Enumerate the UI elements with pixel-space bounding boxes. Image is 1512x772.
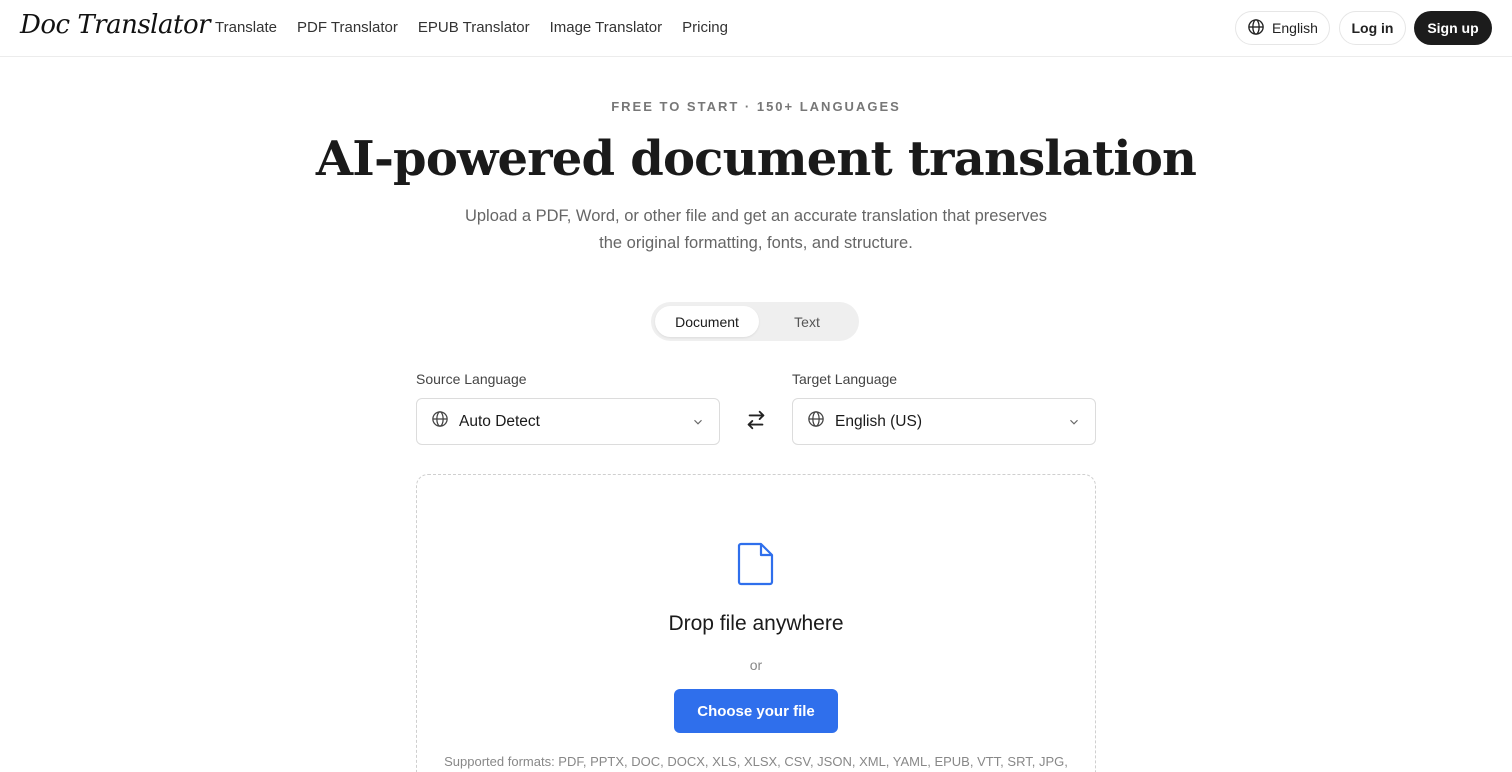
globe-icon: [1247, 18, 1265, 39]
target-language-select[interactable]: English (US): [792, 398, 1096, 445]
tab-document[interactable]: Document: [655, 306, 759, 337]
source-language-label: Source Language: [416, 371, 527, 387]
supported-formats-text: Supported formats: PDF, PPTX, DOC, DOCX,…: [444, 754, 1068, 769]
hero-subline: Upload a PDF, Word, or other file and ge…: [0, 203, 1512, 257]
file-icon: [737, 541, 775, 592]
hero-subline-line-1: Upload a PDF, Word, or other file and ge…: [464, 207, 1048, 225]
login-button[interactable]: Log in: [1339, 11, 1406, 45]
mode-toggle: Document Text: [651, 302, 859, 341]
source-language-value: Auto Detect: [459, 412, 540, 430]
swap-arrows-icon: [745, 409, 767, 436]
signup-button[interactable]: Sign up: [1414, 11, 1492, 45]
language-switcher-button[interactable]: English: [1235, 11, 1330, 45]
globe-icon: [807, 410, 825, 433]
chevron-down-icon: [691, 415, 705, 434]
dropzone-title: Drop file anywhere: [668, 612, 844, 635]
logo[interactable]: Doc Translator: [20, 10, 211, 40]
target-language-label: Target Language: [792, 371, 898, 387]
nav-link-epub-translator[interactable]: EPUB Translator: [418, 18, 530, 38]
chevron-down-icon: [1067, 415, 1081, 434]
hero-subline-line-2: the original formatting, fonts, and stru…: [599, 234, 913, 252]
hero-eyebrow: FREE TO START · 150+ LANGUAGES: [611, 99, 901, 114]
nav-link-translate[interactable]: Translate: [215, 18, 277, 38]
swap-languages-button[interactable]: [742, 408, 770, 436]
source-language-select[interactable]: Auto Detect: [416, 398, 720, 445]
nav-links: Translate PDF Translator EPUB Translator…: [215, 18, 728, 38]
hero-headline: AI-powered document translation: [315, 131, 1197, 187]
nav-link-pdf-translator[interactable]: PDF Translator: [297, 18, 398, 38]
nav-link-image-translator[interactable]: Image Translator: [550, 18, 663, 38]
language-switcher-label: English: [1272, 20, 1318, 36]
choose-file-button[interactable]: Choose your file: [674, 689, 838, 733]
navbar: Doc Translator Translate PDF Translator …: [0, 0, 1512, 57]
target-language-value: English (US): [835, 412, 922, 430]
nav-link-pricing[interactable]: Pricing: [682, 18, 728, 38]
globe-icon: [431, 410, 449, 433]
dropzone-or-text: or: [749, 657, 763, 673]
tab-text[interactable]: Text: [759, 306, 855, 337]
